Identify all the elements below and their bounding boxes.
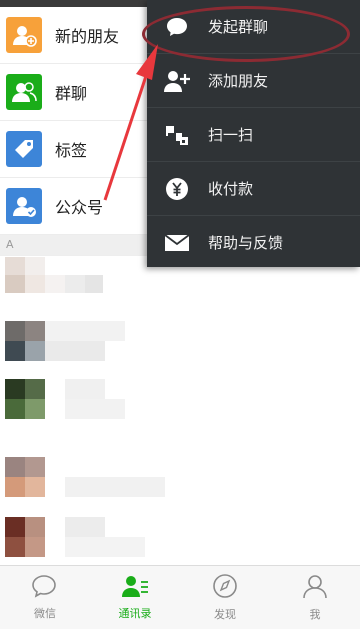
compass-icon — [212, 573, 238, 603]
tab-contacts[interactable]: 通讯录 — [90, 566, 180, 629]
scan-icon — [164, 122, 190, 148]
menu-label: 收付款 — [208, 180, 254, 198]
tab-label: 通讯录 — [118, 607, 152, 620]
bottom-tab-bar: 微信 通讯录 发现 我 — [0, 565, 360, 629]
menu-item-money[interactable]: 收付款 — [147, 162, 360, 216]
menu-item-add-friends[interactable]: 添加朋友 — [147, 54, 360, 108]
contact-label: 群聊 — [55, 84, 88, 103]
menu-item-scan[interactable]: 扫一扫 — [147, 108, 360, 162]
add-friend-icon — [6, 17, 42, 53]
group-chat-icon — [6, 74, 42, 110]
menu-label: 添加朋友 — [208, 72, 269, 90]
menu-item-help-feedback[interactable]: 帮助与反馈 — [147, 216, 360, 269]
tab-label: 发现 — [214, 608, 236, 621]
tab-discover[interactable]: 发现 — [180, 566, 270, 629]
menu-label: 扫一扫 — [208, 126, 254, 144]
tag-icon — [6, 131, 42, 167]
add-friend-icon — [164, 68, 190, 94]
contact-label: 公众号 — [55, 198, 104, 217]
yuan-icon — [164, 176, 190, 202]
envelope-icon — [164, 230, 190, 256]
contact-label: 新的朋友 — [55, 27, 120, 46]
profile-icon — [302, 573, 328, 603]
chat-icon — [31, 574, 59, 602]
official-account-icon — [6, 188, 42, 224]
contacts-icon — [121, 574, 149, 602]
pixelated-contacts — [0, 255, 360, 565]
contact-label: 标签 — [55, 141, 88, 160]
tab-label: 微信 — [34, 607, 56, 620]
tab-chats[interactable]: 微信 — [0, 566, 90, 629]
tab-me[interactable]: 我 — [270, 566, 360, 629]
tab-label: 我 — [309, 608, 321, 621]
annotation-circle — [142, 6, 350, 62]
menu-label: 帮助与反馈 — [208, 234, 284, 252]
